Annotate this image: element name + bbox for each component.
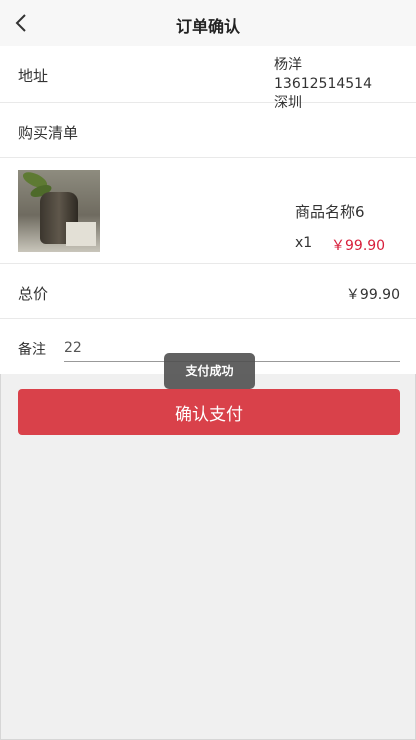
product-thumbnail [18, 170, 100, 252]
product-item[interactable]: 商品名称6 x1 ￥99.90 [0, 158, 416, 264]
total-label: 总价 [18, 285, 49, 303]
page-title: 订单确认 [175, 17, 240, 36]
address-row[interactable]: 地址 杨洋 13612514514 深圳 [0, 46, 416, 111]
total-row: 总价 ￥99.90 [0, 264, 416, 319]
address-name-phone: 杨洋 13612514514 [274, 57, 372, 92]
total-value: ￥99.90 [345, 287, 400, 303]
product-quantity: x1 [295, 235, 313, 251]
purchase-list-row: 购买清单 [0, 103, 416, 158]
product-price: ￥99.90 [331, 238, 386, 254]
nav-header: 订单确认 [0, 0, 416, 46]
address-label: 地址 [18, 67, 49, 85]
purchase-list-label: 购买清单 [18, 124, 79, 142]
order-content: 地址 杨洋 13612514514 深圳 购买清单 商品名称6 x1 ￥99.9… [0, 46, 416, 374]
confirm-pay-button[interactable]: 确认支付 [18, 389, 400, 435]
note-label: 备注 [18, 342, 46, 358]
product-name: 商品名称6 [295, 203, 365, 221]
toast-message: 支付成功 [164, 353, 255, 389]
